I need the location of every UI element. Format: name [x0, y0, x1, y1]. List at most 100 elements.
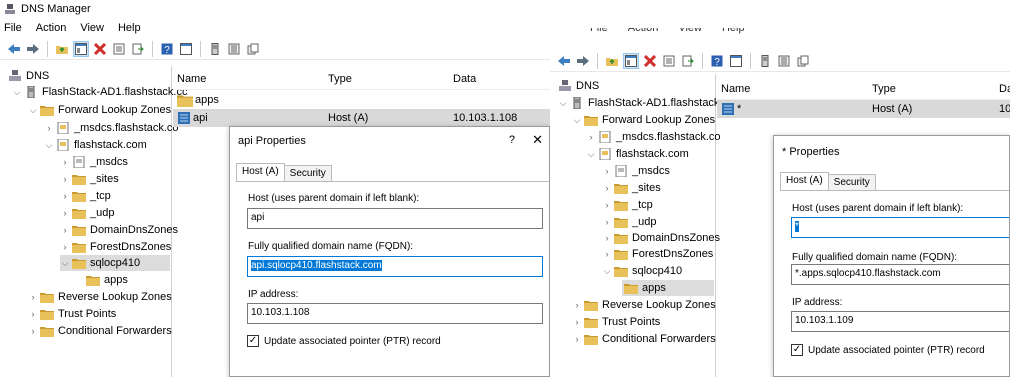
host-input[interactable]: api [247, 208, 543, 229]
tree-node-domaindnszones[interactable]: › DomainDnsZones [602, 230, 720, 246]
tree-node-forestdnszones[interactable]: › ForestDnsZones [602, 246, 713, 262]
record-list-icon[interactable] [776, 53, 792, 69]
tab-host-a[interactable]: Host (A) [236, 163, 285, 181]
menu-view[interactable]: View [80, 22, 104, 34]
delete-icon[interactable] [642, 53, 658, 69]
tree-node-sqlocp410[interactable]: ⌵ sqlocp410 [60, 255, 170, 271]
tab-security[interactable]: Security [827, 174, 876, 190]
chevron-right-icon[interactable]: › [60, 157, 70, 167]
host-input[interactable]: * [791, 217, 1009, 238]
console-icon[interactable] [178, 41, 194, 57]
properties-icon[interactable] [111, 41, 127, 57]
tree-node-msdcs-zone[interactable]: › _msdcs.flashstack.co [44, 120, 179, 136]
chevron-down-icon[interactable]: ⌵ [44, 140, 54, 151]
chevron-down-icon[interactable]: ⌵ [572, 115, 582, 126]
tree-node-flashstack-zone[interactable]: ⌵ flashstack.com [586, 146, 689, 162]
forward-arrow-icon[interactable] [575, 53, 591, 69]
tree-node-sites[interactable]: › _sites [602, 180, 661, 196]
server-icon[interactable] [207, 41, 223, 57]
column-header-data[interactable]: Da [999, 83, 1010, 95]
forward-arrow-icon[interactable] [25, 41, 41, 57]
server-icon[interactable] [757, 53, 773, 69]
tree-node-dns[interactable]: DNS [556, 78, 599, 94]
tree-node-domaindnszones[interactable]: › DomainDnsZones [60, 222, 178, 238]
column-header-name[interactable]: Name [721, 83, 750, 95]
tree-node-dns[interactable]: DNS [6, 68, 49, 84]
chevron-right-icon[interactable]: › [572, 317, 582, 327]
chevron-right-icon[interactable]: › [602, 183, 612, 193]
help-button[interactable]: ? [509, 134, 515, 146]
tree-node-forward-lookup-zones[interactable]: ⌵ Forward Lookup Zones [572, 112, 715, 128]
tree-node-trust-points[interactable]: › Trust Points [572, 314, 660, 330]
tree-node-apps[interactable]: apps [84, 272, 128, 288]
menu-view[interactable]: View [678, 28, 702, 36]
help-icon[interactable]: ? [159, 41, 175, 57]
tree-node-msdcs-zone[interactable]: › _msdcs.flashstack.co [586, 129, 721, 145]
close-button[interactable]: ✕ [532, 132, 543, 148]
tab-host-a[interactable]: Host (A) [780, 172, 829, 190]
tree-node-msdcs[interactable]: › _msdcs [602, 163, 670, 179]
show-hide-tree-icon[interactable] [73, 40, 89, 57]
chevron-right-icon[interactable]: › [602, 233, 612, 243]
menu-action[interactable]: Action [36, 22, 67, 34]
tree-node-conditional-forwarders[interactable]: › Conditional Forwarders [572, 331, 716, 347]
tree-node-server[interactable]: ⌵ FlashStack-AD1.flashstack.cc [12, 84, 188, 100]
tree-node-conditional-forwarders[interactable]: › Conditional Forwarders [28, 323, 172, 339]
chevron-right-icon[interactable]: › [602, 249, 612, 259]
tree-node-forward-lookup-zones[interactable]: ⌵ Forward Lookup Zones [28, 102, 171, 118]
tree-node-udp[interactable]: › _udp [602, 214, 656, 230]
back-arrow-icon[interactable] [6, 41, 22, 57]
properties-icon[interactable] [661, 53, 677, 69]
chevron-down-icon[interactable]: ⌵ [558, 98, 568, 109]
menu-action[interactable]: Action [628, 28, 659, 36]
column-header-type[interactable]: Type [328, 73, 352, 85]
chevron-right-icon[interactable]: › [572, 334, 582, 344]
chevron-right-icon[interactable]: › [60, 225, 70, 235]
tree-node-udp[interactable]: › _udp [60, 205, 114, 221]
tree-node-server[interactable]: ⌵ FlashStack-AD1.flashstack.cc [558, 95, 734, 111]
up-folder-icon[interactable] [604, 53, 620, 69]
tree-node-forestdnszones[interactable]: › ForestDnsZones [60, 239, 171, 255]
tree-node-tcp[interactable]: › _tcp [60, 188, 111, 204]
ptr-checkbox[interactable]: ✓ [791, 344, 803, 356]
fqdn-input[interactable]: api.sqlocp410.flashstack.com [247, 256, 543, 277]
ip-address-input[interactable]: 10.103.1.108 [247, 303, 543, 324]
menu-file[interactable]: File [590, 28, 608, 36]
chevron-right-icon[interactable]: › [28, 309, 38, 319]
tree-node-reverse-lookup-zones[interactable]: › Reverse Lookup Zones [28, 289, 172, 305]
copy-records-icon[interactable] [795, 53, 811, 69]
help-icon[interactable]: ? [709, 53, 725, 69]
column-header-type[interactable]: Type [872, 83, 896, 95]
ptr-checkbox[interactable]: ✓ [247, 335, 259, 347]
tree-node-sites[interactable]: › _sites [60, 171, 119, 187]
back-arrow-icon[interactable] [556, 53, 572, 69]
chevron-down-icon[interactable]: ⌵ [28, 105, 38, 116]
tree-node-trust-points[interactable]: › Trust Points [28, 306, 116, 322]
export-list-icon[interactable] [680, 53, 696, 69]
chevron-down-icon[interactable]: ⌵ [586, 149, 596, 160]
up-folder-icon[interactable] [54, 41, 70, 57]
tree-node-tcp[interactable]: › _tcp [602, 197, 653, 213]
fqdn-input[interactable]: *.apps.sqlocp410.flashstack.com [791, 264, 1009, 285]
chevron-right-icon[interactable]: › [60, 242, 70, 252]
list-item[interactable]: apps [173, 91, 550, 109]
menu-file[interactable]: File [4, 22, 22, 34]
ip-address-input[interactable]: 10.103.1.109 [791, 311, 1009, 332]
chevron-right-icon[interactable]: › [586, 132, 596, 142]
list-item[interactable]: * Host (A) 10. [717, 100, 1010, 118]
chevron-right-icon[interactable]: › [60, 208, 70, 218]
record-list-icon[interactable] [226, 41, 242, 57]
tree-node-reverse-lookup-zones[interactable]: › Reverse Lookup Zones [572, 297, 716, 313]
column-header-data[interactable]: Data [453, 73, 476, 85]
tree-node-msdcs[interactable]: › _msdcs [60, 154, 128, 170]
copy-records-icon[interactable] [245, 41, 261, 57]
tree-node-sqlocp410[interactable]: ⌵ sqlocp410 [602, 263, 682, 279]
tree-node-apps[interactable]: apps [622, 280, 714, 296]
chevron-right-icon[interactable]: › [572, 300, 582, 310]
chevron-right-icon[interactable]: › [602, 217, 612, 227]
delete-icon[interactable] [92, 41, 108, 57]
chevron-down-icon[interactable]: ⌵ [60, 258, 70, 269]
chevron-right-icon[interactable]: › [602, 200, 612, 210]
tab-security[interactable]: Security [283, 165, 332, 181]
column-header-name[interactable]: Name [177, 73, 206, 85]
